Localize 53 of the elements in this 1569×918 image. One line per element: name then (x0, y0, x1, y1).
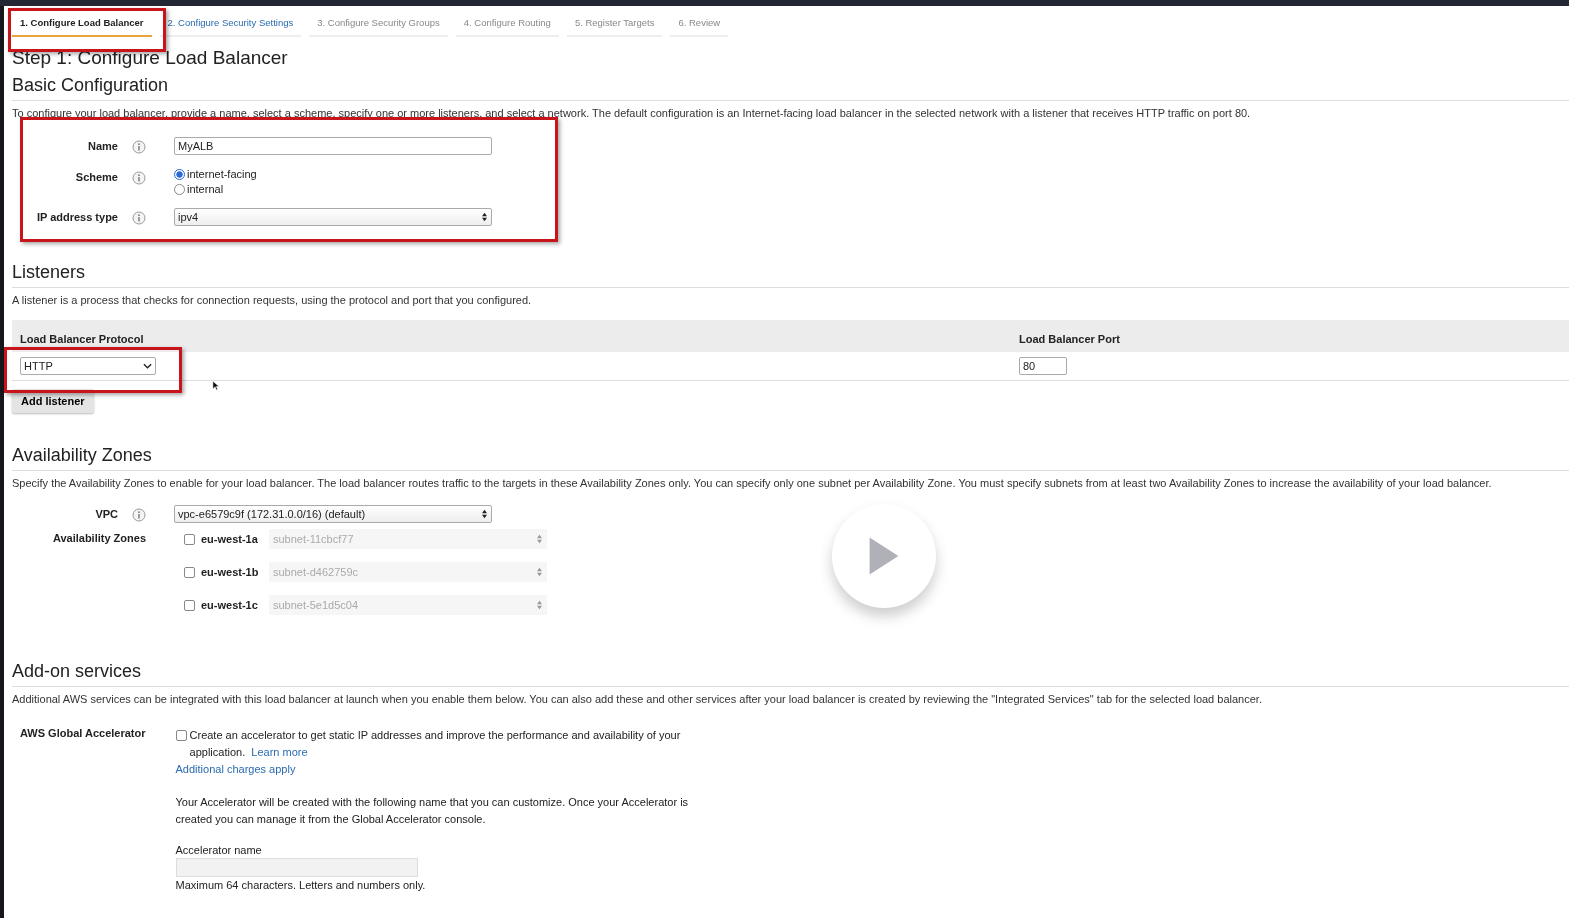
updown-arrows-icon (536, 600, 543, 610)
section-description: Additional AWS services can be integrated with this load balancer at launch when you enable them below. You can also add these and other services after your load balancer is created by reviewing the "Integrated Services" tab for the selected load balancer. (12, 693, 1263, 705)
section-heading: Availability Zones (12, 445, 1569, 471)
vpc-dropdown[interactable]: vpc-e6579c9f (172.31.0.0/16) (default) (174, 505, 492, 523)
play-button[interactable] (832, 504, 936, 608)
info-icon[interactable] (132, 508, 146, 522)
accelerator-note: Your Accelerator will be created with the following name that you can customize. Once your Accelerator is created you can manage it from the Global Accelerator console. (175, 795, 690, 827)
charges-link[interactable]: Additional charges apply (175, 761, 716, 778)
checkbox-label: Create an accelerator to get static IP addresses and improve the performance and availability of your application. Learn more (189, 728, 682, 760)
updown-arrows-icon (481, 509, 488, 519)
zone-name: eu-west-1c (201, 599, 259, 611)
accelerator-checkbox[interactable] (175, 730, 187, 741)
wizard-tab[interactable]: 1. Configure Load Balancer (12, 14, 152, 37)
port-field[interactable]: 80 (1019, 357, 1067, 375)
field-label: IP address type (35, 210, 118, 223)
name-field[interactable]: MyALB (174, 137, 492, 155)
radio-button[interactable] (174, 168, 185, 180)
column-header: Load Balancer Port (1018, 333, 1121, 347)
section-description: To configure your load balancer, provide a name, select a scheme, specify one or more listeners, and select a network. The default configuration is an Internet-facing load balancer in the selected network with a listener that receives HTTP traffic on port 80. (12, 107, 1252, 119)
section-heading: Basic Configuration (12, 75, 1569, 101)
radio-label: internet-facing (187, 168, 257, 180)
updown-arrows-icon (536, 567, 543, 577)
info-icon[interactable] (132, 171, 146, 185)
radio-button[interactable] (174, 183, 185, 195)
info-icon[interactable] (132, 140, 146, 154)
section-description: Specify the Availability Zones to enable for your load balancer. The load balancer routes traffic to the targets in these Availability Zones only. You can specify only one subnet per Availability Zone. You must specify subnets from at least two Availability Zones to increase the availability of your load balancer. (12, 477, 1493, 489)
field-hint: Maximum 64 characters. Letters and numbers only. (175, 879, 427, 891)
field-label: Scheme (74, 170, 118, 183)
zone-checkbox[interactable] (184, 599, 195, 611)
cursor-icon (212, 380, 219, 391)
field-label: Availability Zones (51, 531, 146, 546)
zone-name: eu-west-1b (201, 566, 260, 578)
zone-checkbox[interactable] (184, 566, 195, 578)
section-heading: Add-on services (12, 661, 1569, 687)
updown-arrows-icon (536, 534, 543, 544)
updown-arrows-icon (481, 212, 488, 222)
accelerator-name-field[interactable] (175, 858, 418, 877)
field-label: VPC (94, 507, 118, 520)
ip-type-dropdown[interactable]: ipv4 (174, 208, 492, 226)
field-label: Accelerator name (175, 844, 263, 856)
radio-label: internal (187, 183, 224, 195)
field-label: AWS Global Accelerator (20, 727, 146, 741)
info-icon[interactable] (132, 211, 146, 225)
zone-name: eu-west-1a (201, 533, 259, 545)
field-label: Name (87, 139, 118, 152)
section-heading: Listeners (12, 262, 1569, 288)
learn-more-link[interactable]: Learn more (251, 746, 308, 758)
wizard-tab[interactable]: 2. Configure Security Settings (159, 14, 302, 37)
column-header: Load Balancer Protocol (19, 333, 145, 347)
protocol-dropdown[interactable]: HTTP (20, 357, 156, 375)
section-description: A listener is a process that checks for connection requests, using the protocol and port that you configured. (12, 294, 533, 306)
chevron-down-icon (143, 363, 152, 369)
zone-checkbox[interactable] (184, 533, 195, 545)
